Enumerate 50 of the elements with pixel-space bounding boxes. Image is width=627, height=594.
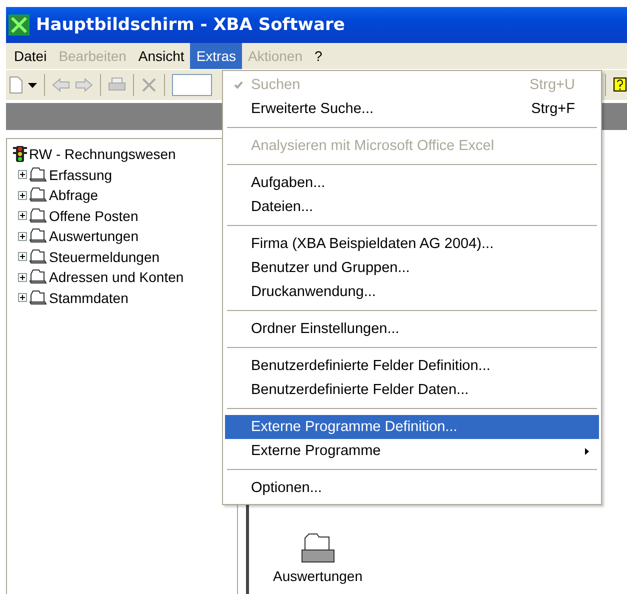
expand-icon[interactable] <box>18 170 27 180</box>
tree-item[interactable]: Stammdaten <box>49 290 128 306</box>
tree-item[interactable]: RW - Rechnungswesen <box>29 146 176 162</box>
menu-item[interactable]: Ordner Einstellungen... <box>225 317 599 341</box>
menu-item[interactable]: Benutzerdefinierte Felder Definition... <box>225 354 599 378</box>
menu-title[interactable]: ? <box>308 43 328 69</box>
menu-item[interactable]: Aufgaben... <box>225 171 599 195</box>
tree-item[interactable]: Auswertungen <box>49 228 139 244</box>
folder-icon <box>29 208 47 224</box>
menu-item[interactable]: Externe Programme Definition... <box>225 415 599 439</box>
traffic-light-icon <box>13 146 27 162</box>
menu-item[interactable]: Benutzer und Gruppen... <box>225 256 599 280</box>
shortcut-text: Strg+U <box>529 77 575 93</box>
menu-item[interactable]: Dateien... <box>225 195 599 219</box>
expand-icon[interactable] <box>18 272 27 282</box>
folder-icon <box>29 228 47 244</box>
expand-icon[interactable] <box>18 211 27 220</box>
menu-item[interactable]: Firma (XBA Beispieldaten AG 2004)... <box>225 232 599 256</box>
expand-icon[interactable] <box>18 252 27 262</box>
tree-item[interactable]: Adressen und Konten <box>49 269 184 286</box>
folder-icon[interactable] <box>300 532 335 564</box>
tree-item[interactable]: Abfrage <box>49 187 98 204</box>
expand-icon[interactable] <box>18 293 27 302</box>
menu-title[interactable]: Extras <box>190 43 242 69</box>
tree-item[interactable]: Steuermeldungen <box>49 248 160 265</box>
input-field[interactable] <box>172 74 212 96</box>
new-document-icon[interactable] <box>9 76 23 94</box>
help-icon[interactable] <box>613 77 627 93</box>
icon-label: Auswertungen <box>273 568 363 584</box>
window-title: Hauptbildschirm - XBA Software <box>36 15 345 35</box>
app-icon <box>8 14 30 36</box>
tree-item[interactable]: Erfassung <box>49 166 112 183</box>
submenu-arrow-icon <box>585 448 589 454</box>
menu-item[interactable]: Druckanwendung... <box>225 280 599 304</box>
menu-item[interactable]: Externe Programme <box>225 439 599 463</box>
expand-icon[interactable] <box>18 190 27 200</box>
folder-icon <box>29 187 47 204</box>
caret-icon[interactable] <box>28 82 37 88</box>
menu-item[interactable]: Erweiterte Suche... Strg+F <box>225 97 599 121</box>
menu-item[interactable]: Optionen... <box>225 476 599 500</box>
menu-item[interactable]: Benutzerdefinierte Felder Daten... <box>225 378 599 402</box>
folder-icon <box>29 166 47 183</box>
menu-title[interactable]: Ansicht <box>132 43 190 69</box>
shortcut-text: Strg+F <box>531 101 575 117</box>
folder-icon <box>29 290 47 306</box>
expand-icon[interactable] <box>18 232 27 241</box>
folder-icon <box>29 269 47 286</box>
folder-icon <box>29 248 47 265</box>
tree-item[interactable]: Offene Posten <box>49 208 138 224</box>
menu-title[interactable]: Datei <box>8 43 53 69</box>
